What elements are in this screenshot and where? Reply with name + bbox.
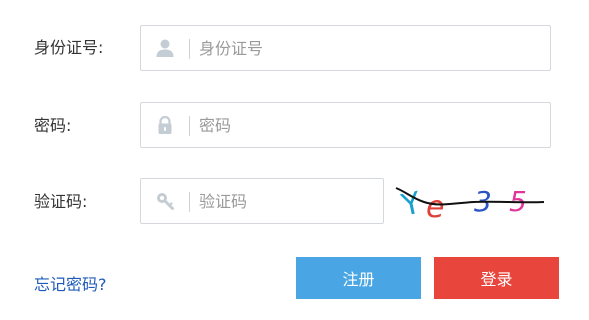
captcha-field[interactable] bbox=[140, 178, 384, 224]
captcha-label: 验证码: bbox=[34, 192, 88, 211]
password-field[interactable] bbox=[140, 102, 551, 148]
captcha-char: e bbox=[426, 190, 444, 224]
field-divider bbox=[189, 116, 190, 136]
id-number-field[interactable] bbox=[140, 25, 551, 71]
captcha-input[interactable] bbox=[199, 187, 371, 215]
login-button[interactable]: 登录 bbox=[434, 257, 559, 299]
password-input[interactable] bbox=[199, 111, 538, 139]
lock-icon bbox=[155, 115, 175, 135]
password-label: 密码: bbox=[34, 116, 72, 135]
field-divider bbox=[189, 39, 190, 59]
field-divider bbox=[189, 192, 190, 212]
captcha-image[interactable]: Y e 3 5 bbox=[394, 180, 552, 225]
forgot-password-link[interactable]: 忘记密码? bbox=[34, 271, 107, 295]
register-button[interactable]: 注册 bbox=[296, 257, 421, 299]
id-number-label: 身份证号: bbox=[34, 38, 104, 57]
id-number-input[interactable] bbox=[199, 34, 538, 62]
key-icon bbox=[155, 191, 175, 211]
user-icon bbox=[155, 38, 175, 58]
